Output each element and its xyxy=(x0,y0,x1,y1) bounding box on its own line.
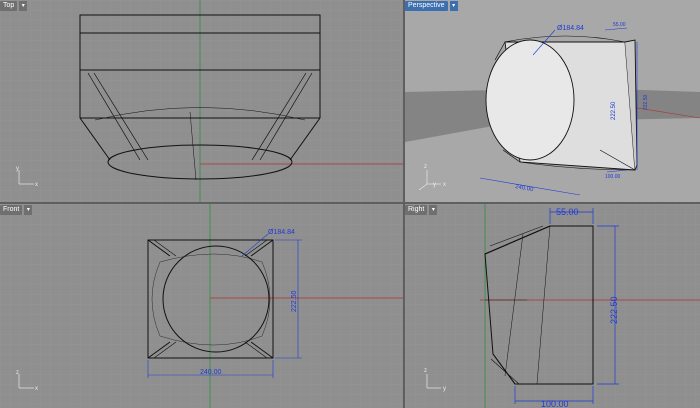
dropdown-arrow-icon[interactable]: ▾ xyxy=(449,0,458,11)
viewport-top[interactable]: x y Top ▾ xyxy=(0,0,403,202)
rhino-app-window: x y Top ▾ Ø184.84 240.00 222.50 55.00 10… xyxy=(0,0,700,408)
viewport-front[interactable]: Ø184.84 240.00 222.50 x z Front ▾ xyxy=(0,204,403,408)
dimension-right-height: 222.50 xyxy=(643,94,649,110)
dimension-height: 222.50 xyxy=(611,101,617,120)
axis-label-z: z xyxy=(424,164,427,170)
axis-label-z: z xyxy=(16,370,19,376)
perspective-view-canvas[interactable]: Ø184.84 240.00 222.50 55.00 100.00 222.5… xyxy=(405,0,700,202)
dropdown-arrow-icon[interactable]: ▾ xyxy=(429,204,438,215)
axis-label-y: y xyxy=(16,166,19,172)
dimension-width: 240.00 xyxy=(200,369,222,376)
viewport-title-perspective[interactable]: Perspective xyxy=(405,0,448,11)
dimension-diameter: Ø184.84 xyxy=(557,25,584,32)
viewport-right[interactable]: 55.00 222.50 100.00 y z Right ▾ xyxy=(405,204,700,408)
viewport-perspective-header: Perspective ▾ xyxy=(405,0,458,11)
top-view-canvas[interactable]: x y xyxy=(0,0,403,202)
viewport-title-top[interactable]: Top xyxy=(0,0,18,11)
dimension-height: 222.50 xyxy=(291,290,298,312)
axis-label-x: x xyxy=(35,386,38,392)
front-view-canvas[interactable]: Ø184.84 240.00 222.50 x z xyxy=(0,204,403,408)
dimension-diameter: Ø184.84 xyxy=(268,229,295,236)
dropdown-arrow-icon[interactable]: ▾ xyxy=(19,0,28,11)
dimension-height: 222.50 xyxy=(609,296,619,324)
axis-label-x: x xyxy=(35,182,38,188)
dimension-depth-top: 55.00 xyxy=(613,22,626,28)
dropdown-arrow-icon[interactable]: ▾ xyxy=(24,204,33,215)
viewport-top-header: Top ▾ xyxy=(0,0,28,11)
right-view-canvas[interactable]: 55.00 222.50 100.00 y z xyxy=(405,204,700,408)
viewport-front-header: Front ▾ xyxy=(0,204,33,215)
dimension-depth-side: 100.00 xyxy=(605,174,621,180)
axis-label-z: z xyxy=(424,368,427,374)
viewport-right-header: Right ▾ xyxy=(405,204,438,215)
axis-label-y: y xyxy=(443,386,446,392)
dimension-top: 55.00 xyxy=(556,207,579,217)
dimension-bottom: 100.00 xyxy=(541,399,569,408)
viewport-title-front[interactable]: Front xyxy=(0,204,23,215)
axis-label-y: y xyxy=(433,182,436,188)
viewport-title-right[interactable]: Right xyxy=(405,204,428,215)
axis-label-x: x xyxy=(443,182,446,188)
viewport-perspective[interactable]: Ø184.84 240.00 222.50 55.00 100.00 222.5… xyxy=(405,0,700,202)
